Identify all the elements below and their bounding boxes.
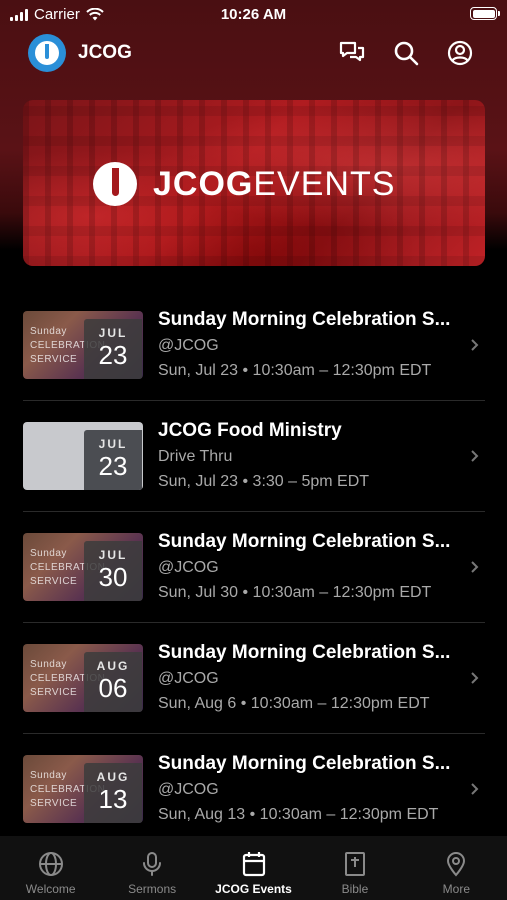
tab-label: Welcome xyxy=(25,882,76,896)
tab-jcog-events[interactable]: JCOG Events xyxy=(203,836,304,900)
event-row[interactable]: Sunday CELEBRATION SERVICE JUL 23 Sunday M… xyxy=(0,290,507,401)
date-badge: JUL 23 xyxy=(84,319,142,379)
event-thumbnail: Sunday CELEBRATION SERVICE AUG 06 xyxy=(23,644,143,712)
event-thumbnail: Sunday CELEBRATION SERVICE AUG 13 xyxy=(23,755,143,823)
bible-icon xyxy=(344,852,365,876)
event-datetime: Sun, Jul 23 • 3:30 – 5pm EDT xyxy=(158,473,370,490)
event-datetime: Sun, Aug 13 • 10:30am – 12:30pm EDT xyxy=(158,806,439,823)
event-title: Sunday Morning Celebration S... xyxy=(158,642,451,663)
event-datetime: Sun, Aug 6 • 10:30am – 12:30pm EDT xyxy=(158,695,430,712)
search-button[interactable] xyxy=(391,38,421,68)
events-hero-banner: JCOGEVENTS xyxy=(23,100,485,266)
event-thumbnail: JUL 23 xyxy=(23,422,143,490)
event-thumbnail: Sunday CELEBRATION SERVICE JUL 30 xyxy=(23,533,143,601)
event-datetime: Sun, Jul 30 • 10:30am – 12:30pm EDT xyxy=(158,584,432,601)
event-datetime: Sun, Jul 23 • 10:30am – 12:30pm EDT xyxy=(158,362,432,379)
event-row[interactable]: JUL 23 JCOG Food Ministry Drive Thru Sun… xyxy=(0,401,507,512)
event-location: @JCOG xyxy=(158,337,219,354)
chevron-right-icon xyxy=(471,561,479,573)
status-bar: Carrier 10:26 AM xyxy=(0,0,507,30)
event-title: Sunday Morning Celebration S... xyxy=(158,753,451,774)
messages-button[interactable] xyxy=(337,38,367,68)
chevron-right-icon xyxy=(471,783,479,795)
hero-title: JCOGEVENTS xyxy=(153,164,396,203)
battery-icon xyxy=(470,7,500,20)
date-badge: JUL 23 xyxy=(84,430,142,490)
tab-bar: Welcome Sermons JCOG Events Bible More xyxy=(0,836,507,900)
app-logo xyxy=(28,34,66,72)
calendar-icon xyxy=(242,852,265,877)
clock: 10:26 AM xyxy=(220,6,287,23)
event-location: Drive Thru xyxy=(158,448,233,465)
tab-label: Sermons xyxy=(128,882,177,896)
app-header: JCOG xyxy=(0,30,507,76)
event-location: @JCOG xyxy=(158,559,219,576)
chat-icon xyxy=(339,41,365,62)
tab-more[interactable]: More xyxy=(406,836,507,900)
event-row[interactable]: Sunday CELEBRATION SERVICE JUL 30 Sunday M… xyxy=(0,512,507,623)
tab-label: Bible xyxy=(341,882,369,896)
chevron-right-icon xyxy=(471,450,479,462)
app-title: JCOG xyxy=(78,42,132,63)
event-title: Sunday Morning Celebration S... xyxy=(158,309,451,330)
date-badge: AUG 06 xyxy=(84,652,142,712)
tab-welcome[interactable]: Welcome xyxy=(0,836,101,900)
event-list: Sunday CELEBRATION SERVICE JUL 23 Sunday M… xyxy=(0,290,507,845)
tab-sermons[interactable]: Sermons xyxy=(101,836,202,900)
event-location: @JCOG xyxy=(158,670,219,687)
chevron-right-icon xyxy=(471,672,479,684)
event-title: Sunday Morning Celebration S... xyxy=(158,531,451,552)
chevron-right-icon xyxy=(471,339,479,351)
event-thumbnail: Sunday CELEBRATION SERVICE JUL 23 xyxy=(23,311,143,379)
profile-button[interactable] xyxy=(445,38,475,68)
event-location: @JCOG xyxy=(158,781,219,798)
tab-label: JCOG Events xyxy=(215,882,292,896)
tab-bible[interactable]: Bible xyxy=(304,836,405,900)
globe-icon xyxy=(38,852,63,876)
user-icon xyxy=(447,40,473,66)
event-title: JCOG Food Ministry xyxy=(158,420,342,441)
tab-label: More xyxy=(442,882,470,896)
search-icon xyxy=(394,41,419,66)
event-row[interactable]: Sunday CELEBRATION SERVICE AUG 13 Sunday M… xyxy=(0,734,507,845)
event-row[interactable]: Sunday CELEBRATION SERVICE AUG 06 Sunday M… xyxy=(0,623,507,734)
jcog-logo-icon xyxy=(93,162,137,206)
date-badge: AUG 13 xyxy=(84,763,142,823)
microphone-icon xyxy=(143,852,162,876)
date-badge: JUL 30 xyxy=(84,541,142,601)
location-pin-icon xyxy=(447,852,466,877)
